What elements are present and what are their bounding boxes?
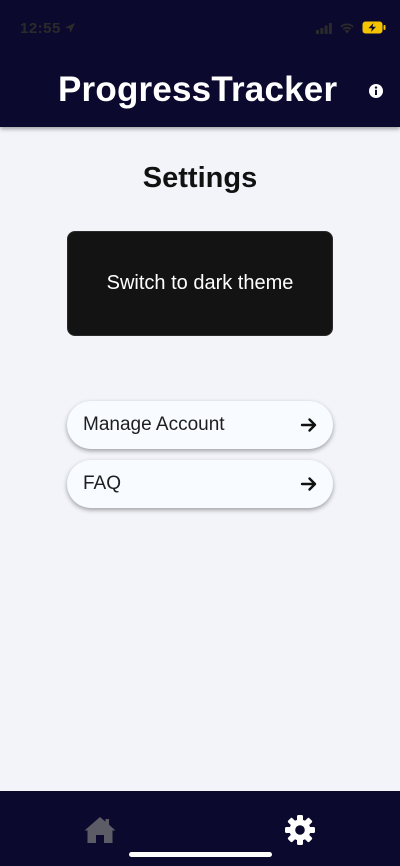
- gear-icon[interactable]: [284, 814, 316, 846]
- info-circle-icon[interactable]: [366, 81, 386, 101]
- dark-theme-toggle-label: Switch to dark theme: [106, 272, 294, 294]
- arrow-right-icon: [300, 418, 317, 432]
- status-time: 12:55: [20, 20, 61, 37]
- app-title: ProgressTracker: [58, 70, 338, 109]
- home-icon[interactable]: [83, 815, 117, 845]
- location-arrow-icon: [65, 23, 75, 33]
- faq-button[interactable]: FAQ: [67, 460, 333, 508]
- manage-account-label: Manage Account: [83, 414, 225, 435]
- battery-charging-icon: [362, 21, 386, 34]
- manage-account-button[interactable]: Manage Account: [67, 401, 333, 449]
- home-indicator: [129, 852, 272, 857]
- wifi-icon: [340, 23, 354, 34]
- arrow-right-icon: [300, 477, 317, 491]
- page-title: Settings: [142, 162, 258, 194]
- faq-label: FAQ: [83, 473, 122, 494]
- cellular-signal-icon: [316, 23, 332, 34]
- status-bar: 12:55: [0, 0, 400, 44]
- app-header: 12:55 ProgressTracker: [0, 0, 400, 127]
- dark-theme-toggle-button[interactable]: Switch to dark theme: [67, 231, 333, 336]
